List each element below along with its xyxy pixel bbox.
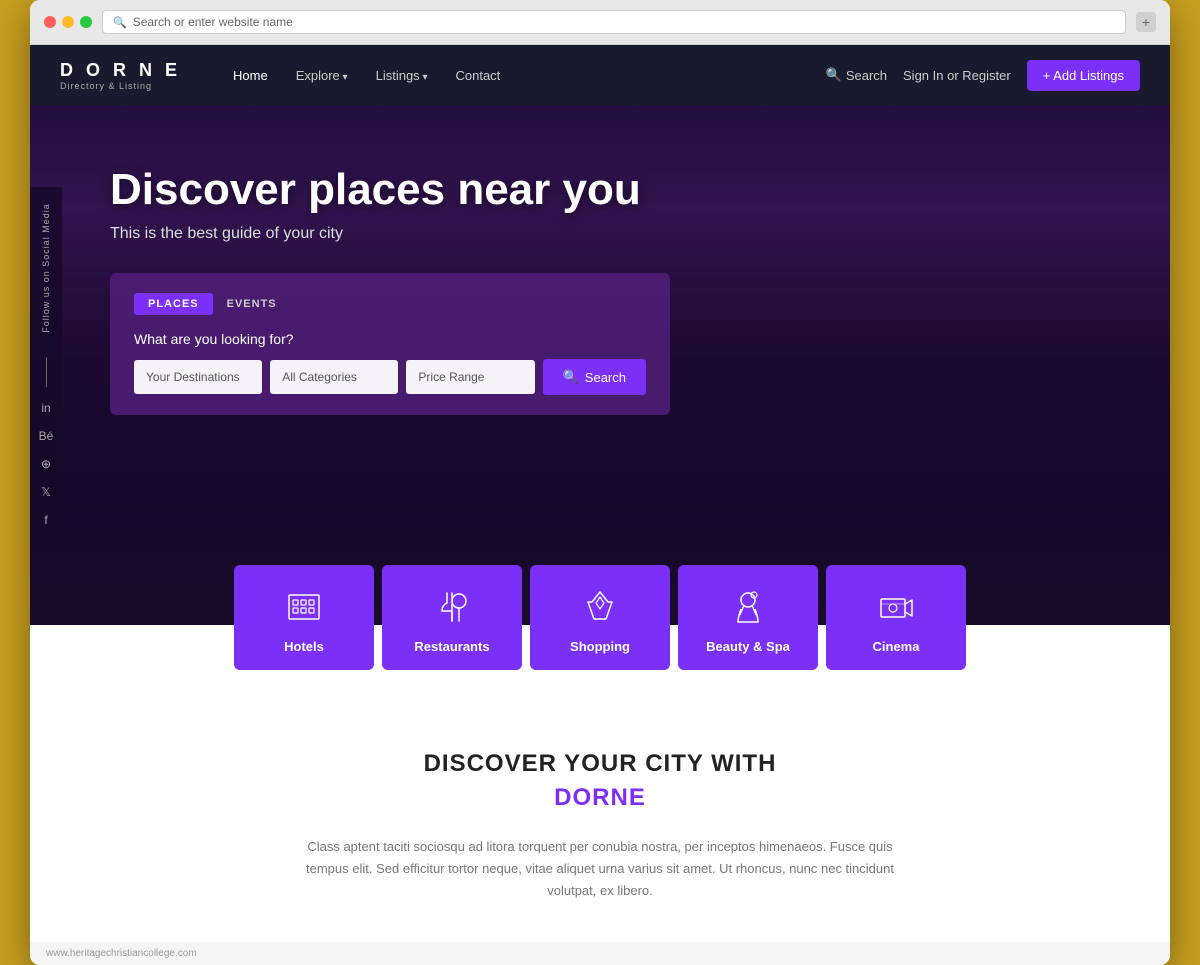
cinema-label: Cinema: [873, 639, 920, 654]
discover-title: DISCOVER YOUR CITY WITH: [70, 750, 1130, 778]
nav-listings[interactable]: Listings: [364, 60, 440, 91]
search-question: What are you looking for?: [134, 331, 646, 347]
restaurant-label: Restaurants: [414, 639, 489, 654]
category-beauty[interactable]: Beauty & Spa: [678, 565, 818, 670]
search-button[interactable]: 🔍 Search: [543, 359, 646, 395]
category-select[interactable]: All Categories Hotels Restaurants Shoppi…: [270, 360, 398, 394]
hotel-icon: [282, 585, 326, 629]
category-cinema[interactable]: Cinema: [826, 565, 966, 670]
search-box: PLACES EVENTS What are you looking for? …: [110, 273, 670, 415]
site-logo[interactable]: D O R N E Directory & Listing: [60, 60, 181, 91]
address-bar-text: Search or enter website name: [133, 15, 293, 29]
nav-links: Home Explore Listings Contact: [221, 60, 826, 91]
category-shopping[interactable]: Shopping: [530, 565, 670, 670]
search-tabs: PLACES EVENTS: [134, 293, 646, 315]
maximize-dot[interactable]: [80, 16, 92, 28]
browser-chrome: 🔍 Search or enter website name +: [30, 0, 1170, 45]
website: D O R N E Directory & Listing Home Explo…: [30, 45, 1170, 965]
destination-select[interactable]: Your Destinations New York Los Angeles C…: [134, 360, 262, 394]
category-hotels[interactable]: Hotels: [234, 565, 374, 670]
tab-places[interactable]: PLACES: [134, 293, 213, 315]
dribbble-icon[interactable]: ⊕: [41, 457, 51, 471]
logo-subtitle: Directory & Listing: [60, 81, 181, 91]
hero-content: Discover places near you This is the bes…: [30, 105, 1170, 415]
search-btn-label: Search: [585, 370, 626, 385]
search-fields: Your Destinations New York Los Angeles C…: [134, 359, 646, 395]
twitter-icon[interactable]: 𝕏: [41, 485, 51, 499]
shopping-label: Shopping: [570, 639, 630, 654]
nav-signin[interactable]: Sign In or Register: [903, 68, 1011, 83]
facebook-icon[interactable]: f: [44, 513, 47, 527]
behance-icon[interactable]: Bé: [39, 429, 54, 443]
footer-url: www.heritagechristiancollege.com: [46, 948, 197, 959]
search-icon: 🔍: [826, 67, 842, 83]
nav-search-label: Search: [846, 68, 887, 83]
hero-subtitle: This is the best guide of your city: [110, 225, 1090, 243]
discover-section: DISCOVER YOUR CITY WITH DORNE Class apte…: [30, 670, 1170, 942]
nav-explore[interactable]: Explore: [284, 60, 360, 91]
discover-brand: DORNE: [70, 784, 1130, 812]
beauty-label: Beauty & Spa: [706, 639, 790, 654]
nav-contact[interactable]: Contact: [443, 60, 512, 91]
browser-window: 🔍 Search or enter website name + D O R N…: [30, 0, 1170, 965]
logo-text: D O R N E: [60, 60, 181, 81]
nav-search-button[interactable]: 🔍 Search: [826, 67, 887, 83]
nav-home[interactable]: Home: [221, 60, 280, 91]
tab-events[interactable]: EVENTS: [213, 293, 291, 315]
discover-description: Class aptent taciti sociosqu ad litora t…: [300, 836, 900, 902]
new-tab-button[interactable]: +: [1136, 12, 1156, 32]
browser-dots: [44, 16, 92, 28]
cinema-icon: [874, 585, 918, 629]
main-nav: D O R N E Directory & Listing Home Explo…: [30, 45, 1170, 105]
price-select[interactable]: Price Range $ $$ $$$: [406, 360, 534, 394]
hero-section: Follow us on Social Media in Bé ⊕ 𝕏 f Di…: [30, 105, 1170, 625]
minimize-dot[interactable]: [62, 16, 74, 28]
beauty-icon: [726, 585, 770, 629]
close-dot[interactable]: [44, 16, 56, 28]
address-bar[interactable]: 🔍 Search or enter website name: [102, 10, 1126, 34]
hotel-label: Hotels: [284, 639, 324, 654]
shopping-icon: [578, 585, 622, 629]
nav-right: 🔍 Search Sign In or Register + Add Listi…: [826, 60, 1140, 91]
restaurant-icon: [430, 585, 474, 629]
category-restaurants[interactable]: Restaurants: [382, 565, 522, 670]
search-icon: 🔍: [113, 16, 127, 29]
add-listings-button[interactable]: + Add Listings: [1027, 60, 1140, 91]
category-tiles: Hotels Restaurants: [30, 565, 1170, 670]
hero-title: Discover places near you: [110, 165, 1090, 215]
search-btn-icon: 🔍: [563, 369, 579, 385]
